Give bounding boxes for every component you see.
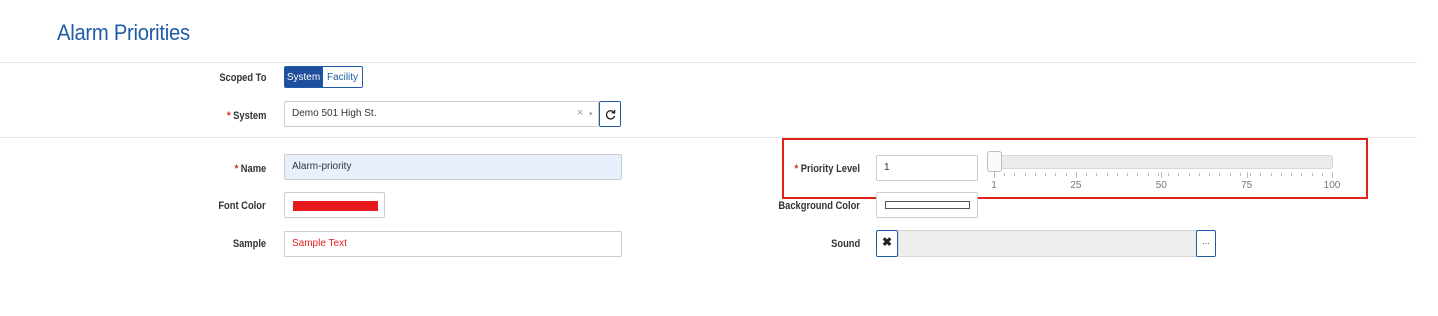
more-icon: ... bbox=[1202, 236, 1210, 246]
slider-tick bbox=[1229, 173, 1231, 176]
slider-tick bbox=[1291, 173, 1293, 176]
slider-tick bbox=[1034, 173, 1036, 176]
slider-tick bbox=[1014, 173, 1016, 176]
slider-tick bbox=[1086, 173, 1088, 176]
system-label-text: System bbox=[232, 110, 266, 122]
slider-tick bbox=[1270, 173, 1272, 176]
chevron-down-icon[interactable]: ▾ bbox=[589, 110, 593, 118]
slider-tick bbox=[1065, 173, 1067, 176]
background-color-label: Background Color bbox=[778, 200, 860, 212]
slider-tick bbox=[1239, 173, 1241, 176]
slider-tick bbox=[1321, 173, 1323, 176]
header-divider bbox=[0, 62, 1417, 63]
background-color-picker[interactable] bbox=[876, 192, 978, 218]
slider-tick bbox=[1311, 173, 1313, 176]
name-input[interactable]: Alarm-priority bbox=[284, 154, 622, 180]
slider-tick bbox=[1106, 173, 1108, 176]
required-marker: * bbox=[226, 110, 231, 122]
slider-tick bbox=[1147, 173, 1149, 176]
slider-tick bbox=[1198, 173, 1200, 176]
sound-browse-button[interactable]: ... bbox=[1196, 230, 1216, 257]
slider-major-tick bbox=[994, 172, 995, 178]
slider-tick bbox=[1157, 173, 1159, 176]
scoped-to-label: Scoped To bbox=[218, 72, 266, 84]
slider-tick-label: 75 bbox=[1241, 180, 1253, 191]
slider-major-tick bbox=[1161, 172, 1163, 178]
sound-label: Sound bbox=[830, 238, 860, 250]
slider-tick bbox=[1301, 173, 1303, 176]
page-title: Alarm Priorities bbox=[57, 20, 190, 45]
slider-major-tick bbox=[1246, 172, 1248, 178]
slider-tick bbox=[1260, 173, 1262, 176]
slider-tick bbox=[1045, 173, 1047, 176]
priority-slider-thumb[interactable] bbox=[987, 151, 1002, 172]
priority-level-label-text: Priority Level bbox=[800, 163, 860, 175]
slider-tick bbox=[1004, 173, 1006, 176]
sound-clear-button[interactable]: ✖ bbox=[876, 230, 898, 257]
priority-level-input[interactable]: 1 bbox=[876, 155, 978, 181]
required-marker: * bbox=[234, 163, 238, 175]
slider-tick-label: 1 bbox=[991, 180, 997, 191]
slider-tick bbox=[1219, 173, 1221, 176]
slider-tick bbox=[1209, 173, 1211, 176]
scope-facility-button[interactable]: Facility bbox=[323, 66, 363, 88]
clear-icon[interactable]: × bbox=[577, 107, 583, 119]
slider-tick bbox=[1168, 173, 1170, 176]
slider-major-tick bbox=[1332, 172, 1333, 178]
priority-level-label: * Priority Level bbox=[795, 163, 860, 175]
name-label-text: Name bbox=[240, 163, 266, 175]
system-label: * System bbox=[227, 110, 266, 122]
font-color-label: Font Color bbox=[218, 200, 266, 212]
refresh-icon bbox=[605, 110, 615, 120]
close-icon: ✖ bbox=[881, 235, 893, 249]
slider-tick bbox=[1127, 173, 1129, 176]
slider-tick bbox=[1116, 173, 1118, 176]
slider-tick bbox=[1096, 173, 1098, 176]
sound-input[interactable] bbox=[898, 230, 1198, 257]
slider-tick bbox=[1250, 173, 1252, 176]
slider-tick-label: 50 bbox=[1155, 180, 1167, 191]
slider-major-tick bbox=[1075, 172, 1077, 178]
refresh-button[interactable] bbox=[599, 101, 621, 127]
slider-tick bbox=[1055, 173, 1057, 176]
name-label: * Name bbox=[234, 163, 266, 175]
sample-preview: Sample Text bbox=[284, 231, 622, 257]
slider-tick-label: 25 bbox=[1070, 180, 1082, 191]
sample-label: Sample bbox=[232, 238, 266, 250]
slider-tick bbox=[1280, 173, 1282, 176]
slider-tick bbox=[1137, 173, 1139, 176]
background-color-swatch bbox=[885, 201, 970, 209]
required-marker: * bbox=[794, 163, 799, 175]
sample-text: Sample Text bbox=[292, 238, 347, 249]
slider-tick bbox=[1024, 173, 1026, 176]
priority-slider-track[interactable] bbox=[987, 155, 1333, 169]
scope-system-button[interactable]: System bbox=[284, 66, 323, 88]
font-color-swatch bbox=[293, 201, 378, 211]
font-color-picker[interactable] bbox=[284, 192, 385, 218]
slider-tick-label: 100 bbox=[1323, 180, 1341, 191]
slider-tick bbox=[1188, 173, 1190, 176]
system-combobox[interactable]: Demo 501 High St. bbox=[284, 101, 599, 127]
slider-tick bbox=[1178, 173, 1180, 176]
system-combobox-value: Demo 501 High St. bbox=[292, 108, 377, 119]
